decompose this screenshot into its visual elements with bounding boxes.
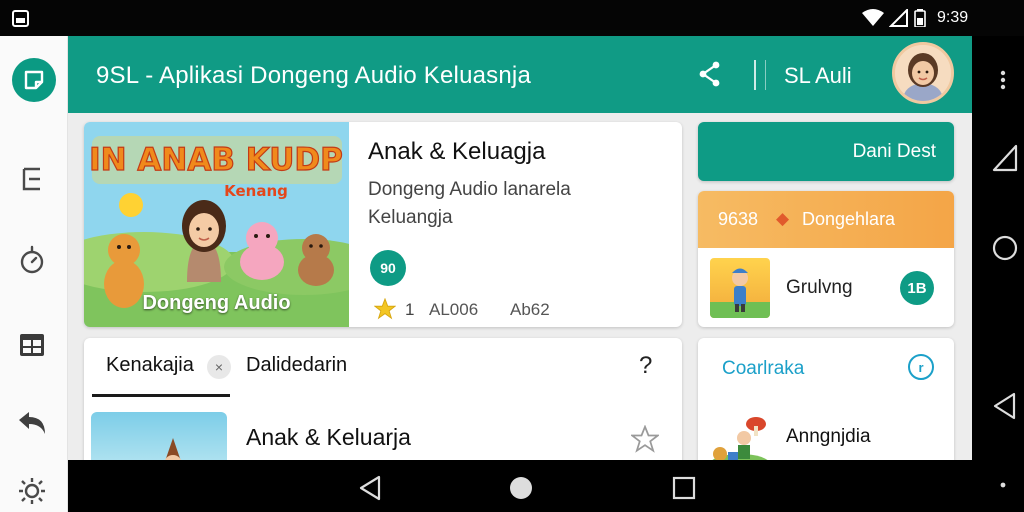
rail-item-grid[interactable] (14, 327, 50, 363)
no-sim-icon (889, 9, 908, 27)
compose-button[interactable] (12, 58, 56, 102)
refresh-icon[interactable]: r (908, 354, 934, 380)
home-circle-icon[interactable] (991, 234, 1019, 262)
promo-item-label: Grulvng (786, 277, 853, 298)
profile-avatar[interactable] (892, 42, 954, 104)
battery-icon (914, 9, 926, 27)
close-tab-icon[interactable]: × (207, 355, 231, 379)
promo-label: Dongehlara (802, 209, 896, 229)
status-time: 9:39 (937, 9, 969, 26)
featured-stat-plays: AL006 (429, 300, 479, 319)
featured-title: Anak & Keluagja (368, 138, 546, 165)
small-dot-icon (1000, 482, 1006, 488)
brightness-icon (19, 478, 45, 504)
toolbar-divider (754, 60, 756, 90)
side-card-title[interactable]: Coarlraka (722, 358, 804, 380)
story-list-card: Kenakajia × Dalidedarin ? Anak & Keluarj… (84, 338, 682, 460)
list-item-title[interactable]: Anak & Keluarja (246, 424, 411, 451)
help-icon[interactable]: ? (639, 352, 652, 380)
rating-value: 1 (405, 300, 415, 319)
recents-icon[interactable] (992, 144, 1018, 172)
app-bar: 9SL - Aplikasi Dongeng Audio Keluasnja S… (68, 36, 972, 113)
svg-text:Kenang: Kenang (224, 182, 288, 200)
rail-item-settings[interactable] (14, 473, 50, 509)
home-icon[interactable] (509, 476, 533, 500)
primary-action-button[interactable]: Dani Dest (698, 122, 954, 181)
screen: 9:39 9SL - Aplikasi Dongeng Audio Keluas… (0, 0, 1024, 512)
svg-text:IN ANAB KUDP: IN ANAB KUDP (89, 142, 343, 178)
rail-item-back[interactable] (14, 405, 50, 441)
main-content: IN ANAB KUDP Kenang Dongeng Audio Anak &… (68, 113, 972, 460)
status-bar: 9:39 (0, 0, 1024, 36)
system-nav-strip (972, 36, 1024, 512)
toolbar-divider (765, 60, 766, 90)
app-bar-action[interactable]: SL Auli (784, 63, 852, 89)
overview-icon[interactable] (672, 476, 696, 500)
promo-count-badge: 1B (900, 271, 934, 305)
timer-icon (20, 245, 44, 274)
navigation-rail (0, 36, 68, 512)
tab-active[interactable]: Kenakajia (106, 354, 194, 377)
list-icon (22, 167, 40, 191)
overflow-menu-icon[interactable] (1000, 70, 1006, 90)
promo-card[interactable]: 9638 ◆ Dongehlara Grulvng 1B (698, 191, 954, 327)
tab-inactive[interactable]: Dalidedarin (246, 354, 347, 377)
app-title: 9SL - Aplikasi Dongeng Audio Keluasnja (96, 62, 532, 89)
edit-icon (24, 70, 44, 90)
gardener-illustration (712, 417, 768, 460)
rail-item-timer[interactable] (14, 242, 50, 278)
cover-caption: Dongeng Audio (142, 292, 291, 314)
promo-arrow-icon: ◆ (776, 209, 790, 228)
promo-time: 9638 (718, 209, 759, 229)
episode-badge: 90 (370, 250, 406, 286)
promo-header: 9638 ◆ Dongehlara (698, 191, 954, 248)
favorite-star-icon[interactable] (631, 425, 659, 453)
grid-icon (20, 334, 44, 356)
back-icon[interactable] (358, 475, 382, 501)
list-item-thumbnail[interactable] (91, 412, 227, 460)
wifi-icon (862, 9, 884, 26)
side-item-label[interactable]: Anngnjdia (786, 426, 871, 448)
character-image (710, 268, 770, 318)
rail-item-list[interactable] (14, 161, 50, 197)
share-icon[interactable] (696, 60, 724, 88)
promo-thumbnail (710, 258, 770, 318)
primary-action-label: Dani Dest (852, 141, 936, 162)
featured-cover-image: IN ANAB KUDP Kenang Dongeng Audio (84, 122, 349, 327)
story-illustration (164, 438, 182, 460)
back-triangle-icon[interactable] (992, 392, 1018, 420)
star-icon (374, 298, 396, 320)
featured-subtitle: Dongeng Audio lanarela Keluangja (368, 179, 571, 228)
notification-app-icon (12, 10, 29, 27)
featured-stat-duration: Ab62 (510, 300, 550, 319)
bottom-system-nav (228, 460, 972, 512)
undo-icon (19, 412, 45, 434)
side-item-thumbnail (710, 412, 770, 460)
avatar-image (895, 45, 951, 101)
featured-story-card[interactable]: IN ANAB KUDP Kenang Dongeng Audio Anak &… (84, 122, 682, 327)
side-info-card: Coarlraka r Anngnjdia (698, 338, 954, 460)
active-tab-indicator (92, 394, 230, 397)
